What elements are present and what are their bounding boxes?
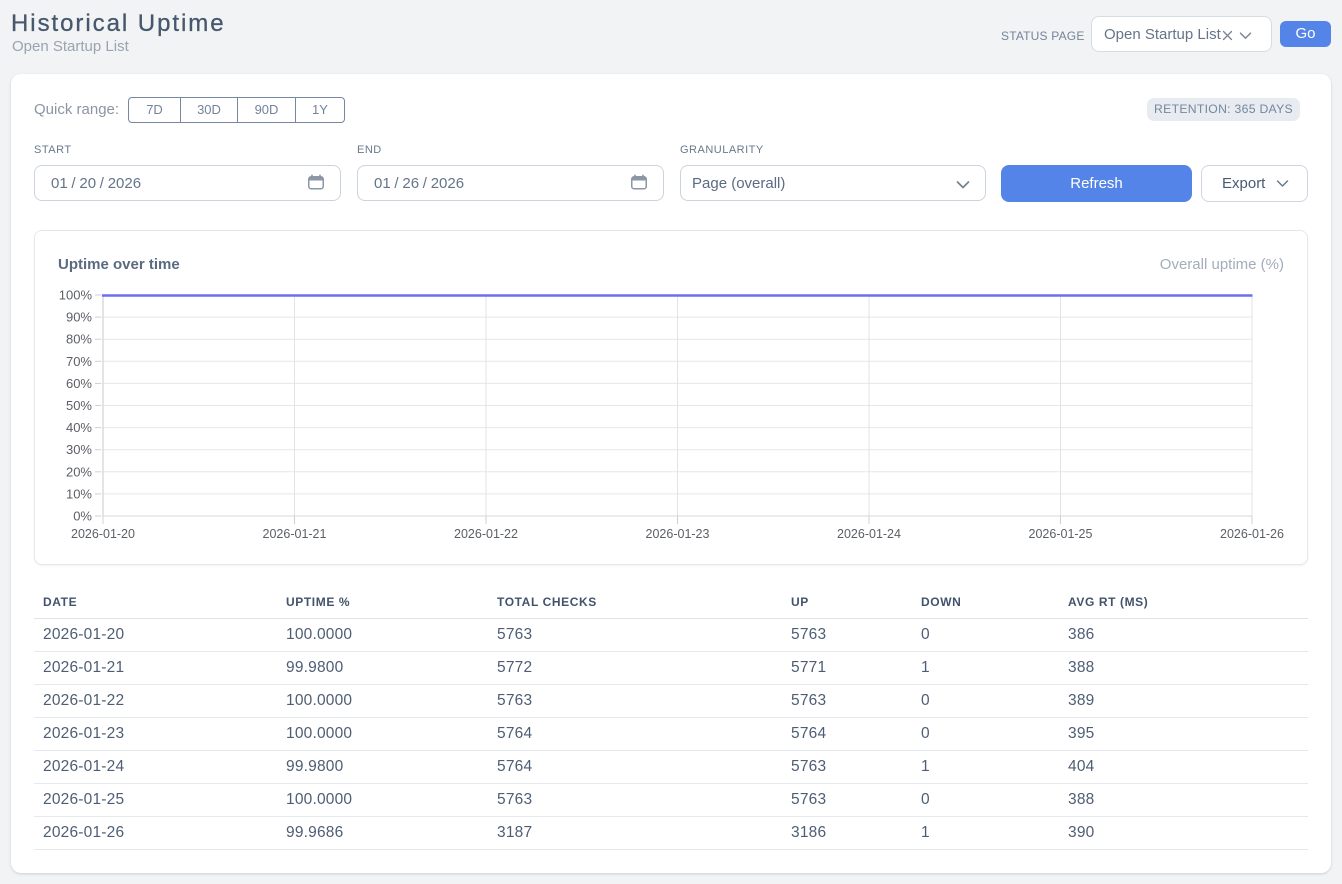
svg-text:20%: 20% [66, 464, 92, 479]
svg-text:2026-01-20: 2026-01-20 [71, 527, 135, 541]
svg-text:0%: 0% [73, 509, 92, 524]
svg-text:2026-01-23: 2026-01-23 [646, 527, 710, 541]
svg-text:2026-01-26: 2026-01-26 [1220, 527, 1284, 541]
svg-text:2026-01-21: 2026-01-21 [263, 527, 327, 541]
svg-text:2026-01-24: 2026-01-24 [837, 527, 901, 541]
svg-text:80%: 80% [66, 332, 92, 347]
svg-text:2026-01-22: 2026-01-22 [454, 527, 518, 541]
svg-text:70%: 70% [66, 354, 92, 369]
svg-text:90%: 90% [66, 310, 92, 325]
svg-text:10%: 10% [66, 486, 92, 501]
svg-text:30%: 30% [66, 442, 92, 457]
svg-text:50%: 50% [66, 398, 92, 413]
svg-text:40%: 40% [66, 420, 92, 435]
svg-text:2026-01-25: 2026-01-25 [1029, 527, 1093, 541]
svg-text:100%: 100% [59, 288, 93, 303]
svg-text:60%: 60% [66, 376, 92, 391]
